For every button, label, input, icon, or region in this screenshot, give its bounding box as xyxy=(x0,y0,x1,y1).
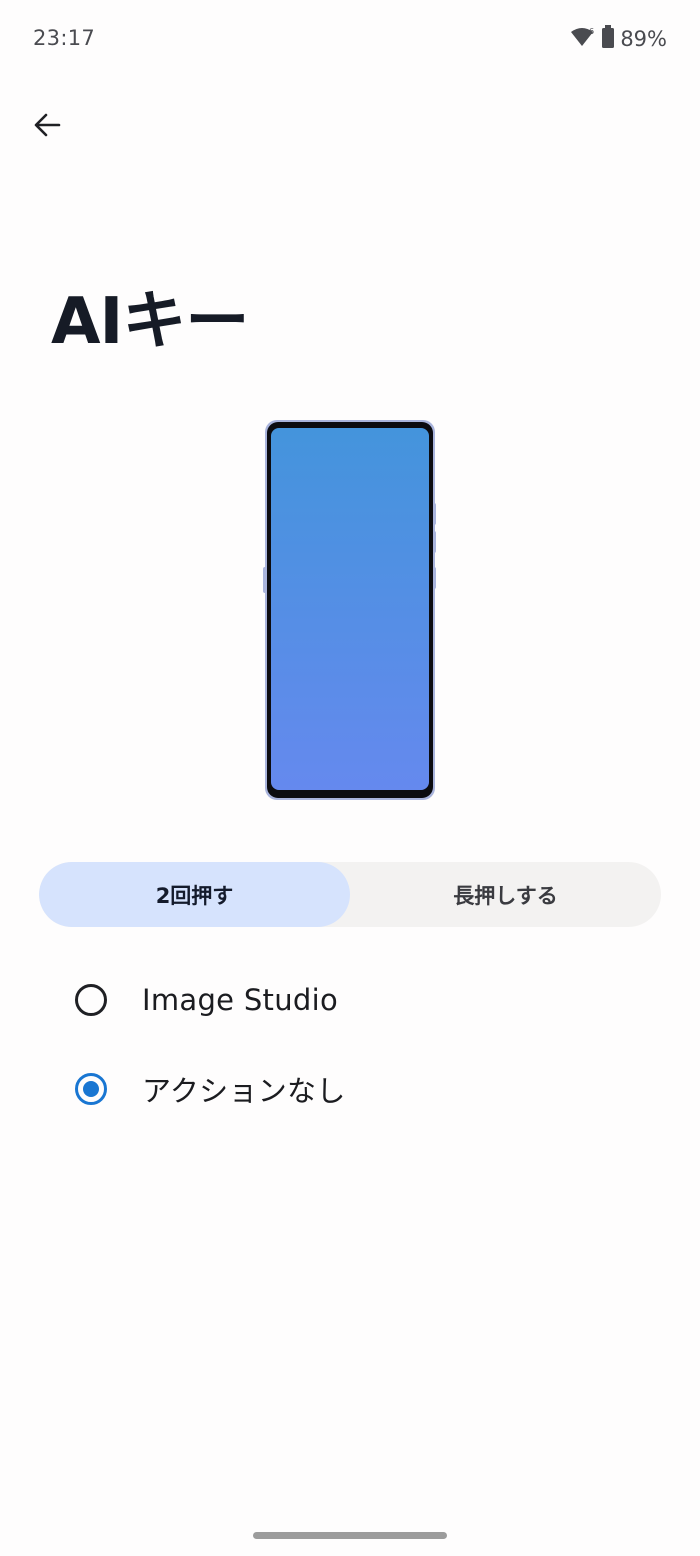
option-no-action[interactable]: アクションなし xyxy=(70,1059,630,1119)
trigger-tabs: 2回押す 長押しする xyxy=(39,862,661,927)
svg-text:6: 6 xyxy=(589,27,594,36)
radio-button-checked[interactable] xyxy=(75,1073,107,1105)
page-title: AIキー xyxy=(51,285,249,359)
arrow-back-icon xyxy=(34,113,61,137)
tab-long-press[interactable]: 長押しする xyxy=(350,862,661,927)
option-image-studio[interactable]: Image Studio xyxy=(70,970,630,1030)
option-label: アクションなし xyxy=(142,1074,346,1108)
gesture-nav-handle[interactable] xyxy=(253,1532,447,1539)
back-button[interactable] xyxy=(24,102,70,148)
option-label: Image Studio xyxy=(142,983,339,1017)
status-bar: 23:17 6 89% xyxy=(0,0,700,80)
ai-key-settings-screen: 23:17 6 89% AIキー 2回押す 長押しする Image Studio… xyxy=(0,0,700,1556)
battery-percentage: 89% xyxy=(620,27,667,51)
radio-button-unchecked[interactable] xyxy=(75,984,107,1016)
status-time: 23:17 xyxy=(33,26,96,50)
status-icons: 6 89% xyxy=(570,25,667,53)
wifi-icon: 6 xyxy=(570,26,596,52)
battery-icon xyxy=(601,25,615,53)
phone-illustration xyxy=(262,419,438,803)
tab-double-press[interactable]: 2回押す xyxy=(39,862,350,927)
